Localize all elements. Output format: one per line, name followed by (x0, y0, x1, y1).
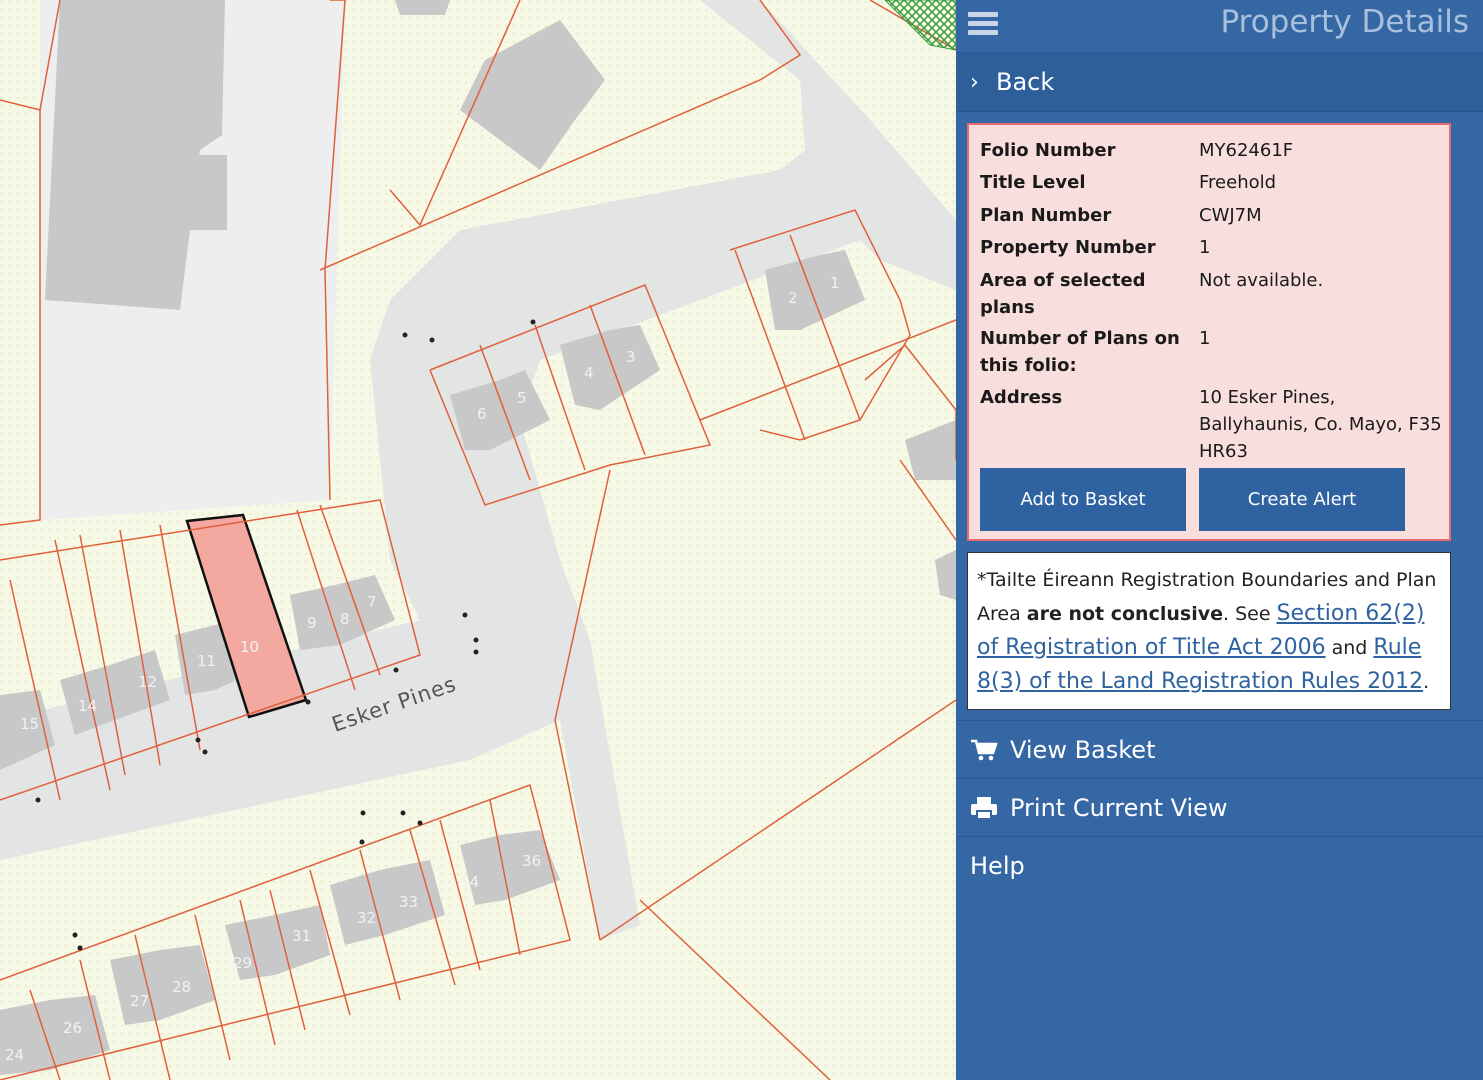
house-number: 24 (5, 1046, 24, 1064)
detail-value: 1 (1199, 237, 1211, 258)
map-view[interactable]: 1 2 3 4 5 6 7 8 9 10 11 12 14 15 24 26 2… (0, 0, 956, 1080)
notice-text: . (1423, 671, 1430, 693)
create-alert-button[interactable]: Create Alert (1199, 468, 1405, 531)
house-number: 12 (138, 673, 157, 691)
notice-bold: are not conclusive (1026, 603, 1223, 625)
panel-title: Property Details (1220, 4, 1470, 40)
house-number: 14 (78, 697, 97, 715)
hamburger-menu-icon[interactable] (968, 12, 998, 35)
detail-value: Freehold (1199, 172, 1277, 193)
house-number: 31 (292, 927, 311, 945)
house-number: 8 (340, 610, 350, 628)
house-number: 10 (240, 638, 259, 656)
notice-text: . See (1222, 603, 1277, 625)
house-number: 3 (626, 348, 636, 366)
house-number: 27 (130, 992, 149, 1010)
property-details-panel: Property Details › Back Folio Number MY6… (956, 0, 1483, 1080)
map-canvas[interactable]: 1 2 3 4 5 6 7 8 9 10 11 12 14 15 24 26 2… (0, 0, 956, 1080)
detail-key: Area of selected plans (980, 270, 1146, 318)
house-number: 5 (517, 389, 527, 407)
cart-icon (971, 739, 998, 760)
detail-key: Folio Number (980, 140, 1116, 161)
detail-value: CWJ7M (1199, 205, 1262, 226)
detail-value: 1 (1199, 328, 1211, 349)
menu-label: View Basket (1010, 735, 1156, 764)
chevron-right-icon: › (970, 69, 979, 95)
property-details-card: Folio Number MY62461F Title Level Freeho… (967, 123, 1451, 541)
house-number: 26 (63, 1019, 82, 1037)
house-number: 4 (584, 364, 594, 382)
detail-key: Plan Number (980, 205, 1112, 226)
notice-text: and (1325, 637, 1374, 659)
printer-icon (971, 796, 997, 820)
detail-key: Property Number (980, 237, 1156, 258)
house-number: 2 (788, 289, 798, 307)
print-view-menu-item[interactable]: Print Current View (956, 778, 1483, 836)
disclaimer-notice: *Tailte Éireann Registration Boundaries … (967, 552, 1451, 710)
detail-key: Address (980, 387, 1063, 408)
house-number: 36 (522, 852, 541, 870)
house-number: 7 (367, 593, 377, 611)
detail-value: Not available. (1199, 270, 1324, 291)
house-number: 6 (477, 405, 487, 423)
house-number: 33 (399, 893, 418, 911)
menu-label: Help (970, 851, 1025, 880)
help-menu-item[interactable]: Help (956, 836, 1483, 894)
panel-header: Property Details (956, 0, 1483, 53)
house-number: 34 (460, 873, 479, 891)
house-number: 15 (20, 715, 39, 733)
detail-value: MY62461F (1199, 140, 1294, 161)
add-to-basket-button[interactable]: Add to Basket (980, 468, 1186, 531)
back-label: Back (996, 68, 1055, 96)
detail-value: 10 Esker Pines, Ballyhaunis, Co. Mayo, F… (1199, 387, 1442, 462)
house-number: 29 (233, 954, 252, 972)
house-number: 28 (172, 978, 191, 996)
house-number: 9 (307, 614, 317, 632)
back-button[interactable]: › Back (956, 53, 1483, 112)
detail-key: Title Level (980, 172, 1086, 193)
detail-key: Number of Plans on this folio: (980, 328, 1180, 376)
house-number: 11 (197, 652, 216, 670)
house-number: 1 (830, 274, 840, 292)
view-basket-menu-item[interactable]: View Basket (956, 720, 1483, 778)
house-number: 32 (357, 909, 376, 927)
menu-label: Print Current View (1010, 793, 1228, 822)
